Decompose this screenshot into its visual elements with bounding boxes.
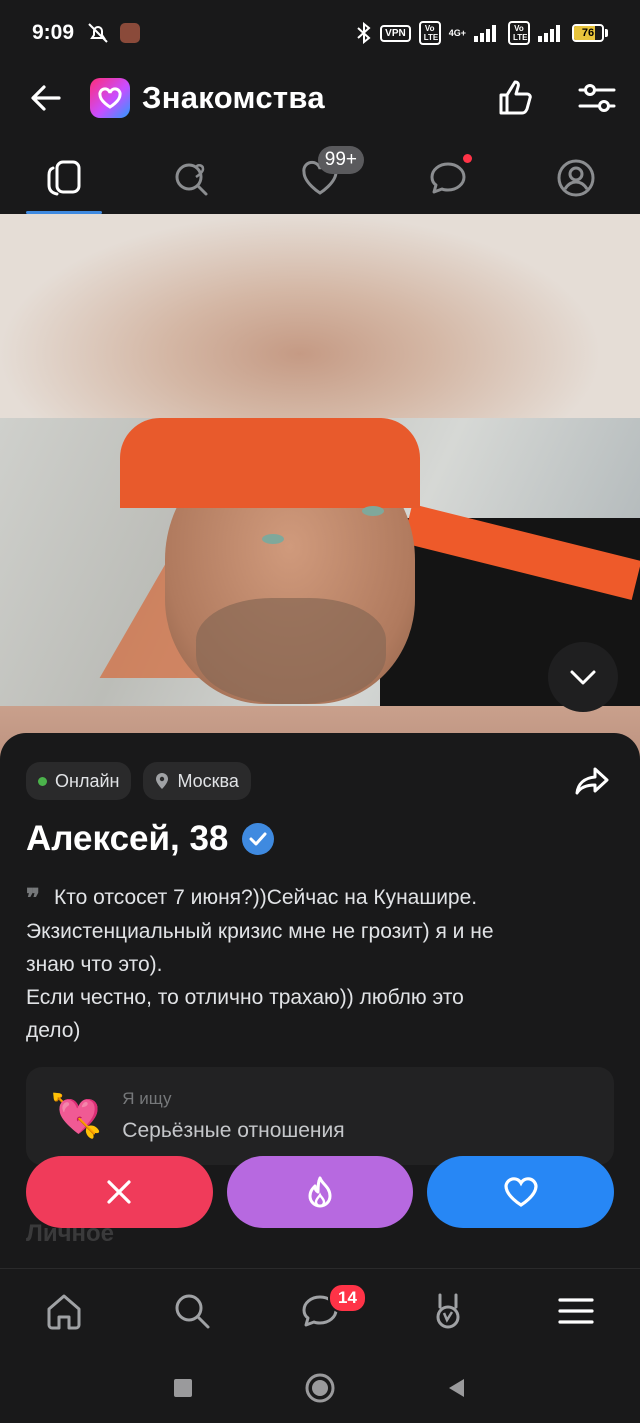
vpn-badge: VPN: [380, 24, 411, 42]
heart-outline-icon: [504, 1177, 538, 1207]
nav-home[interactable]: [0, 1269, 128, 1352]
nav-messages[interactable]: 14: [256, 1269, 384, 1352]
volte-badge-2: Vo LTE: [508, 21, 530, 45]
bio-line: Если честно, то отлично трахаю)) люблю э…: [26, 986, 464, 1009]
like-button[interactable]: [427, 1156, 615, 1228]
photo-main: [0, 418, 640, 706]
bio-line: знаю что это).: [26, 953, 163, 976]
close-icon: [107, 1180, 131, 1204]
page-title: Знакомства: [142, 80, 325, 115]
profile-card: Онлайн Москва Алексей, 38 ❞ Кто отсосет 7…: [0, 733, 640, 1165]
share-arrow-icon: [575, 767, 609, 795]
nav-search[interactable]: [128, 1269, 256, 1352]
search-icon: [175, 1294, 210, 1328]
hamburger-menu-icon: [558, 1297, 594, 1324]
online-chip: Онлайн: [26, 762, 132, 800]
tab-profile[interactable]: [512, 146, 640, 214]
top-tabs: 99+: [0, 146, 640, 214]
system-nav-bar: [0, 1352, 640, 1423]
app-logo: [90, 78, 130, 118]
verified-icon: [242, 823, 275, 855]
app-header: Знакомства: [0, 66, 640, 130]
battery-level: 76: [581, 27, 595, 39]
nav-menu[interactable]: [512, 1269, 640, 1352]
home-circle-icon[interactable]: [304, 1372, 336, 1404]
city-chip: Москва: [143, 762, 251, 800]
profile-photo[interactable]: [0, 214, 640, 794]
network-type: 4G+: [448, 28, 466, 38]
share-button[interactable]: [570, 759, 614, 803]
likes-badge: 99+: [317, 146, 364, 174]
tab-likes[interactable]: 99+: [256, 146, 384, 214]
logo-heart-icon: [98, 87, 122, 109]
looking-value: Серьёзные отношения: [122, 1119, 345, 1142]
tab-search[interactable]: [128, 146, 256, 214]
cards-icon: [47, 160, 81, 196]
online-dot-icon: [38, 776, 47, 786]
messages-badge: 14: [328, 1283, 367, 1313]
bio-line: Кто отсосет 7 июня?))Сейчас на Кунашире.: [54, 886, 478, 909]
action-buttons: [26, 1156, 615, 1228]
signal-icon-2: [538, 25, 560, 42]
chat-icon: [430, 162, 466, 194]
home-icon: [47, 1294, 81, 1329]
back-button[interactable]: [24, 76, 68, 120]
fire-icon: [308, 1176, 332, 1208]
looking-for-block: 💘 Я ищу Серьёзные отношения: [26, 1067, 614, 1165]
bluetooth-icon: [357, 22, 371, 44]
filter-sliders-icon[interactable]: [578, 81, 616, 115]
back-triangle-icon[interactable]: [446, 1377, 468, 1399]
nav-clips[interactable]: [384, 1269, 512, 1352]
battery-icon: 76: [572, 24, 608, 42]
heart-arrow-icon: 💘: [50, 1091, 103, 1139]
app-notification-icon: [120, 23, 141, 43]
location-pin-icon: [156, 773, 169, 789]
signal-icon: [474, 25, 496, 42]
clips-icon: [436, 1293, 460, 1328]
superlike-button[interactable]: [226, 1156, 414, 1228]
profile-bio: ❞ Кто отсосет 7 июня?))Сейчас на Кунашире…: [26, 881, 614, 1047]
status-time: 9:09: [32, 21, 75, 44]
heart-search-icon: [175, 163, 208, 196]
city-label: Москва: [177, 770, 239, 791]
tab-cards[interactable]: [0, 146, 128, 214]
bio-line: дело): [26, 1019, 81, 1042]
status-bar: 9:09 VPN Vo LTE 4G+ Vo LTE 76: [0, 0, 640, 66]
recent-apps-icon[interactable]: [172, 1377, 194, 1399]
volte-badge-1: Vo LTE: [418, 21, 441, 45]
expand-button[interactable]: [548, 642, 618, 712]
tab-chats[interactable]: [384, 146, 512, 214]
thumbs-up-icon[interactable]: [496, 78, 536, 118]
chats-unread-dot: [463, 154, 472, 163]
photo-blur-top: [0, 214, 640, 418]
chevron-down-icon: [570, 670, 596, 685]
looking-label: Я ищу: [122, 1089, 172, 1108]
user-icon: [557, 159, 595, 197]
bio-line: Экзистенциальный кризис мне не грозит) я…: [26, 920, 494, 943]
arrow-left-icon: [31, 85, 61, 111]
quote-icon: ❞: [26, 883, 40, 913]
dislike-button[interactable]: [26, 1156, 213, 1228]
profile-name: Алексей, 38: [26, 819, 229, 858]
mute-icon: [88, 23, 108, 43]
bottom-nav: 14: [0, 1268, 640, 1352]
online-status: Онлайн: [55, 770, 120, 791]
